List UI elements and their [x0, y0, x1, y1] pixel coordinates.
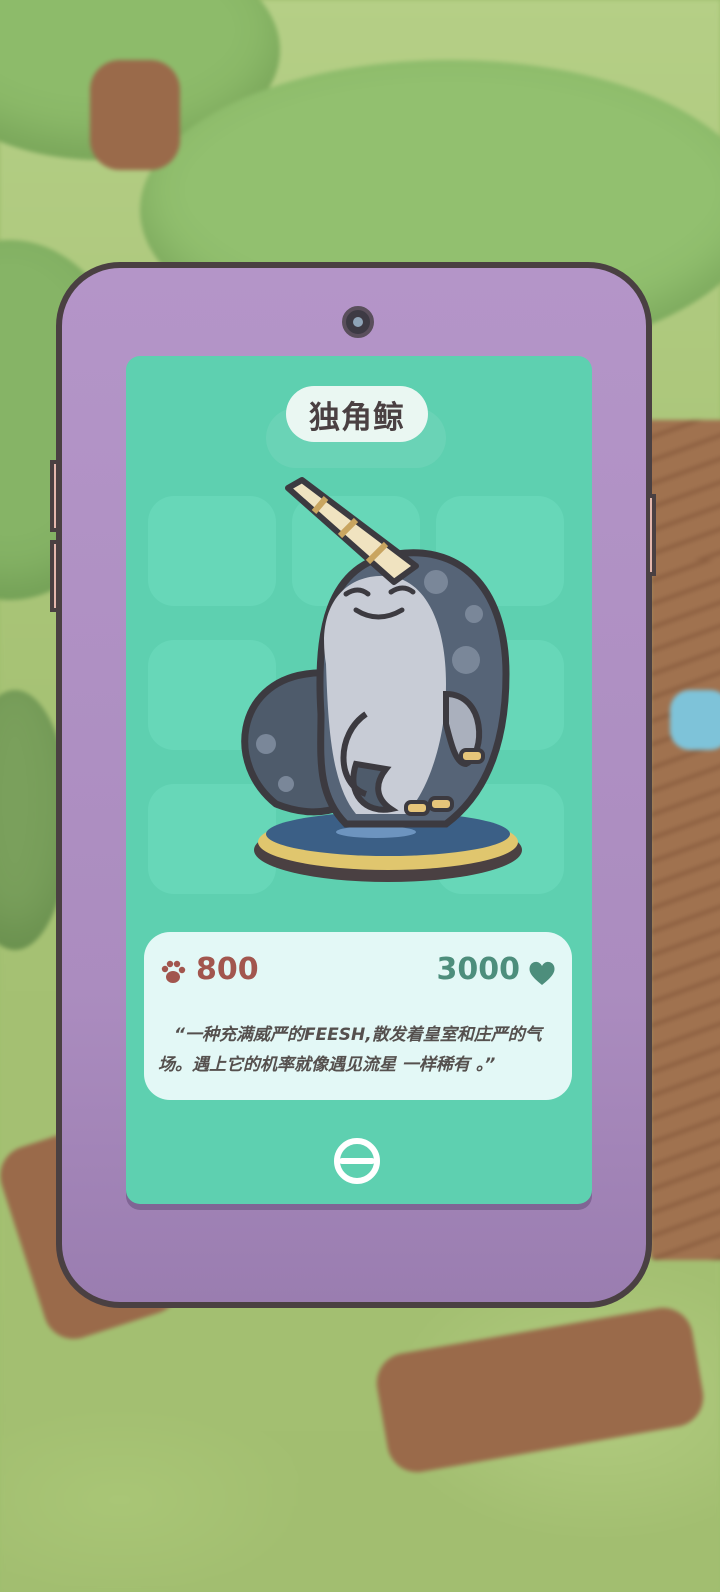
heart-price: 3000	[436, 952, 521, 987]
paw-icon	[161, 960, 186, 983]
game-screen: 独角鲸 800 3000 “一种充满威严的FEESH,散发着皇室和庄严的气场。遇…	[0, 0, 720, 1592]
camera-icon	[342, 306, 374, 338]
narwhal-statue-illustration	[241, 477, 522, 882]
info-card: 800 3000 “一种充满威严的FEESH,散发着皇室和庄严的气场。遇上它的机…	[144, 932, 572, 1100]
heart-icon	[529, 961, 555, 985]
fish-description: “一种充满威严的FEESH,散发着皇室和庄严的气场。遇上它的机率就像遇见流星 一…	[158, 1025, 542, 1075]
close-icon[interactable]	[332, 1136, 382, 1186]
phone-side-button	[50, 460, 60, 532]
phone-device: 独角鲸 800 3000 “一种充满威严的FEESH,散发着皇室和庄严的气场。遇…	[56, 262, 652, 1308]
fish-name-title: 独角鲸	[286, 386, 428, 442]
paw-price: 800	[196, 952, 259, 987]
fish-detail-screen: 独角鲸 800 3000 “一种充满威严的FEESH,散发着皇室和庄严的气场。遇…	[126, 356, 592, 1204]
phone-side-button	[646, 494, 656, 576]
phone-side-button	[50, 540, 60, 612]
